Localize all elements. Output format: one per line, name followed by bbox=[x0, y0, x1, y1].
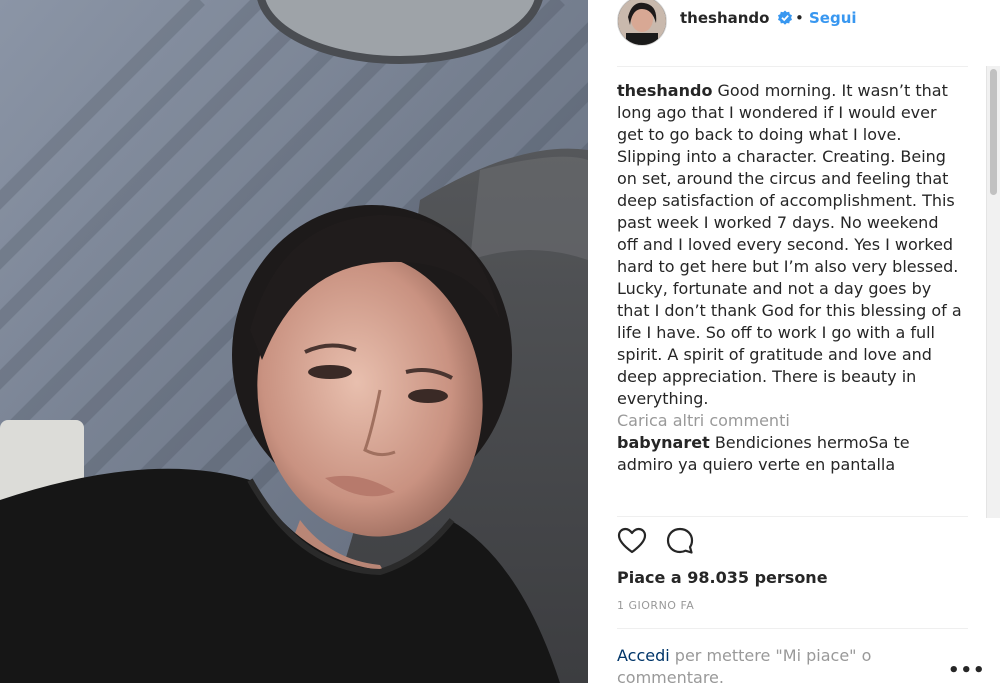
caption: theshando Good morning. It wasn’t that l… bbox=[617, 80, 963, 410]
follow-button[interactable]: Segui bbox=[809, 9, 857, 27]
more-options-button[interactable]: ••• bbox=[948, 660, 986, 681]
heart-icon[interactable] bbox=[617, 526, 647, 556]
comment-bubble-icon[interactable] bbox=[665, 526, 695, 556]
post-header: theshando • Segui bbox=[588, 0, 1000, 66]
post-photo[interactable] bbox=[0, 0, 588, 683]
caption-text: Good morning. It wasn’t that long ago th… bbox=[617, 81, 962, 408]
list-item: babynaret Bendiciones hermoSa te admiro … bbox=[617, 432, 963, 476]
divider bbox=[617, 628, 968, 629]
header-username[interactable]: theshando bbox=[680, 9, 769, 27]
load-more-comments-button[interactable]: Carica altri commenti bbox=[617, 410, 963, 432]
comments-scrollbar[interactable] bbox=[986, 66, 1000, 518]
caption-username[interactable]: theshando bbox=[617, 81, 712, 100]
comment-username[interactable]: babynaret bbox=[617, 433, 710, 452]
avatar-image bbox=[618, 0, 666, 45]
post-timestamp[interactable]: 1 GIORNO FA bbox=[617, 599, 694, 612]
login-link[interactable]: Accedi bbox=[617, 646, 670, 665]
scrollbar-thumb[interactable] bbox=[990, 69, 997, 195]
login-prompt: Accedi per mettere "Mi piace" o commenta… bbox=[617, 645, 917, 683]
likes-count[interactable]: Piace a 98.035 persone bbox=[617, 568, 828, 587]
post-sidebar: theshando • Segui theshando Good morning… bbox=[588, 0, 1000, 683]
comments-list: theshando Good morning. It wasn’t that l… bbox=[617, 80, 963, 513]
separator-dot: • bbox=[795, 9, 804, 27]
avatar[interactable] bbox=[617, 0, 667, 46]
selfie-image bbox=[0, 0, 588, 683]
divider bbox=[617, 516, 968, 517]
verified-badge-icon bbox=[777, 10, 793, 26]
divider bbox=[617, 66, 968, 67]
